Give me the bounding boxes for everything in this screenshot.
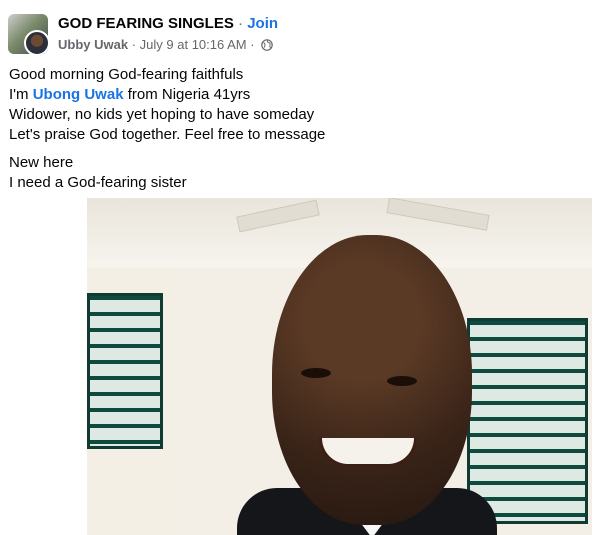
group-avatar[interactable] — [8, 14, 48, 54]
separator: · — [250, 37, 255, 52]
photo-face — [272, 235, 472, 525]
post-text-fragment: from Nigeria 41yrs — [123, 86, 251, 103]
post-header: GOD FEARING SINGLES · Join Ubby Uwak · J… — [0, 0, 595, 60]
post-line: Good morning God-fearing faithfuls — [9, 66, 244, 83]
author-avatar[interactable] — [24, 30, 48, 54]
post-text-fragment: I'm — [9, 86, 33, 103]
group-name-link[interactable]: GOD FEARING SINGLES — [58, 15, 234, 32]
post-meta-line: Ubby Uwak · July 9 at 10:16 AM · — [58, 37, 274, 54]
globe-icon[interactable] — [261, 39, 274, 54]
photo-window-right — [467, 318, 588, 524]
post-photo[interactable] — [87, 198, 592, 535]
photo-eye — [387, 376, 417, 386]
join-button[interactable]: Join — [247, 15, 278, 32]
photo-eye — [301, 368, 331, 378]
author-name-link[interactable]: Ubby Uwak — [58, 37, 128, 52]
post-body: Good morning God-fearing faithfuls I'm U… — [9, 65, 579, 193]
post-line: Widower, no kids yet hoping to have some… — [9, 106, 315, 123]
photo-smile — [319, 438, 417, 467]
separator: · — [238, 15, 244, 32]
photo-window-left — [87, 293, 163, 449]
group-title-line: GOD FEARING SINGLES · Join — [58, 15, 278, 32]
separator: · — [131, 37, 137, 52]
post-line: I need a God-fearing sister — [9, 174, 187, 191]
post-line: Let's praise God together. Feel free to … — [9, 126, 326, 143]
post-line-with-mention: I'm Ubong Uwak from Nigeria 41yrs — [9, 85, 579, 105]
mention-link[interactable]: Ubong Uwak — [33, 86, 124, 103]
timestamp-link[interactable]: July 9 at 10:16 AM — [140, 37, 247, 52]
post-line: New here — [9, 154, 74, 171]
